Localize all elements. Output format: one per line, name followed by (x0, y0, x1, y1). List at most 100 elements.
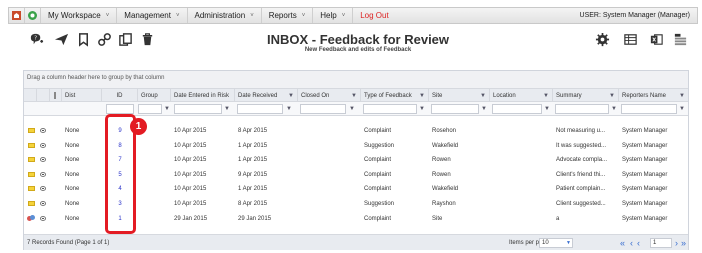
logout-link[interactable]: Log Out (353, 8, 395, 23)
date-received-cell: 9 Apr 2015 (238, 171, 268, 178)
filter-icon[interactable]: ▼ (479, 104, 489, 114)
col-header-reporters-name[interactable]: Reporters Name ▼ (619, 89, 688, 103)
add-feedback-icon[interactable]: ? (28, 31, 44, 47)
filter-icon[interactable]: ▼ (351, 89, 357, 103)
location-cell (490, 124, 553, 138)
date-received-cell: 1 Apr 2015 (238, 157, 268, 164)
eye-icon[interactable] (40, 186, 46, 192)
attachment-icon (54, 92, 56, 99)
grid-view-icon[interactable] (622, 31, 638, 47)
home-icon[interactable] (9, 8, 25, 23)
site-cell: Wakefield (432, 186, 459, 193)
date-entered-filter-input[interactable] (174, 104, 222, 114)
excel-export-icon[interactable] (648, 31, 664, 47)
chevron-down-icon: ˅ (301, 12, 306, 19)
delete-icon[interactable] (139, 31, 155, 47)
site-filter-input[interactable] (431, 104, 479, 114)
col-header-id[interactable]: ID (102, 89, 138, 103)
page-subtitle: New Feedback and edits of Feedback (304, 47, 412, 53)
summary-filter-input[interactable] (555, 104, 609, 114)
date-received-cell: 29 Jan 2015 (238, 215, 272, 222)
link-icon[interactable] (96, 31, 112, 47)
filter-icon[interactable]: ▼ (288, 89, 294, 103)
menu-reports[interactable]: Reports ˅ (262, 8, 314, 23)
page-title: INBOX - Feedback for Review (266, 32, 450, 47)
filter-icon[interactable]: ▼ (609, 104, 619, 114)
closed-on-filter-input[interactable] (300, 104, 346, 114)
eye-icon[interactable] (40, 215, 46, 221)
location-cell (490, 182, 553, 196)
col-header-date-entered[interactable]: Date Entered in Risk (171, 89, 235, 103)
location-cell (490, 139, 553, 153)
last-page-icon[interactable]: » (681, 236, 686, 250)
location-cell (490, 153, 553, 167)
columns-icon[interactable] (672, 31, 688, 47)
col-header-type[interactable]: Type of Feedback ▼ (361, 89, 429, 103)
dist-cell: None (65, 142, 80, 149)
date-received-cell: 1 Apr 2015 (238, 186, 268, 193)
eye-icon[interactable] (40, 128, 46, 133)
menu-my-workspace[interactable]: My Workspace ˅ (41, 8, 118, 23)
col-header-group[interactable]: Group (138, 89, 171, 103)
group-filter-input[interactable] (138, 104, 162, 114)
eye-icon[interactable] (40, 142, 46, 148)
eye-icon[interactable] (40, 157, 46, 163)
filter-icon[interactable]: ▼ (347, 104, 357, 114)
reporters-name-filter-input[interactable] (621, 104, 677, 114)
col-header-date-received[interactable]: Date Received ▼ (235, 89, 298, 103)
eye-icon[interactable] (40, 171, 46, 177)
summary-cell: Client's friend thi... (556, 171, 606, 178)
copy-icon[interactable] (117, 31, 133, 47)
filter-icon[interactable]: ▼ (419, 89, 425, 103)
location-cell (490, 212, 553, 226)
col-header-dist[interactable]: Dist (62, 89, 102, 103)
date-received-cell: 8 Apr 2015 (238, 201, 268, 207)
date-entered-cell: 10 Apr 2015 (174, 171, 207, 178)
menu-administration[interactable]: Administration ˅ (188, 8, 262, 23)
next-page-icon[interactable]: › (675, 236, 678, 250)
filter-icon[interactable]: ▼ (542, 104, 552, 114)
dist-cell: None (65, 171, 80, 178)
col-header-summary[interactable]: Summary ▼ (553, 89, 619, 103)
eye-icon[interactable] (40, 201, 46, 206)
filter-icon[interactable]: ▼ (417, 104, 427, 114)
date-entered-cell: 10 Apr 2015 (174, 142, 207, 149)
col-header-icon (24, 89, 37, 103)
type-filter-input[interactable] (363, 104, 417, 114)
filter-icon[interactable]: ▼ (543, 89, 549, 103)
filter-icon[interactable]: ▼ (284, 104, 294, 114)
filter-icon[interactable]: ▼ (679, 89, 685, 103)
settings-icon[interactable] (594, 31, 610, 47)
previous-page-icon-2[interactable]: ‹ (637, 236, 640, 250)
date-entered-cell: 10 Apr 2015 (174, 186, 207, 193)
filter-icon[interactable]: ▼ (222, 104, 232, 114)
filter-icon[interactable]: ▼ (677, 104, 687, 114)
filter-icon[interactable]: ▼ (162, 104, 172, 114)
col-header-closed-on[interactable]: Closed On ▼ (298, 89, 361, 103)
chevron-down-icon: ˅ (105, 12, 110, 19)
date-received-filter-input[interactable] (237, 104, 283, 114)
callout-badge: 1 (130, 118, 147, 135)
type-cell: Suggestion (364, 142, 395, 149)
site-cell: Rosehon (432, 128, 457, 134)
refresh-icon[interactable] (25, 8, 41, 23)
filter-icon[interactable]: ▼ (480, 89, 486, 103)
location-filter-input[interactable] (492, 104, 542, 114)
col-header-location[interactable]: Location ▼ (490, 89, 553, 103)
col-header-site[interactable]: Site ▼ (429, 89, 490, 103)
date-entered-cell: 29 Jan 2015 (174, 215, 208, 222)
menu-help[interactable]: Help ˅ (313, 8, 354, 23)
chevron-down-icon[interactable]: ▼ (565, 239, 572, 247)
page-number-select[interactable]: 1 (650, 238, 672, 248)
send-icon[interactable] (53, 31, 69, 47)
menu-management[interactable]: Management ˅ (117, 8, 188, 23)
closed-on-cell (298, 168, 361, 182)
dist-cell: None (65, 186, 80, 193)
previous-page-icon[interactable]: ‹ (630, 236, 633, 250)
id-filter-input[interactable] (106, 104, 134, 114)
closed-on-cell (298, 139, 361, 153)
filter-icon[interactable]: ▼ (609, 89, 615, 103)
envelope-icon (28, 171, 35, 177)
bookmark-icon[interactable] (75, 31, 91, 47)
first-page-icon[interactable]: « (620, 236, 625, 250)
